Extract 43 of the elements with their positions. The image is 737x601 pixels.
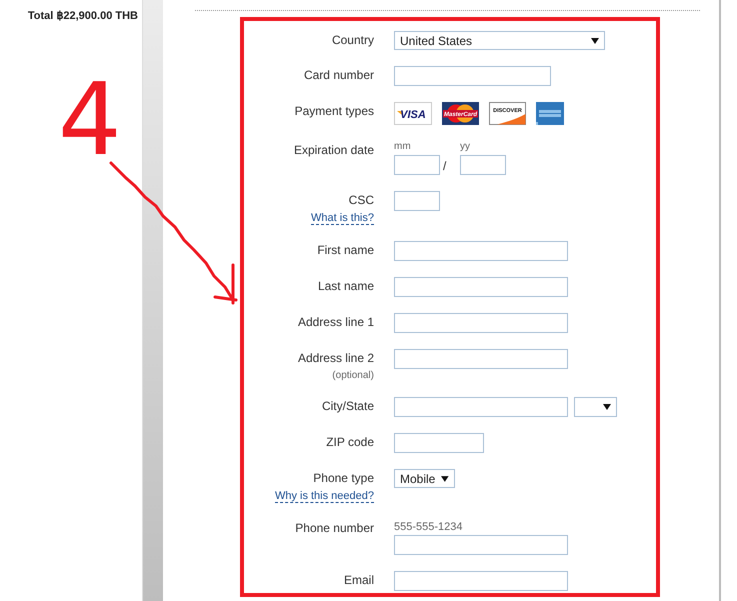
text-field[interactable] [394,313,568,333]
month-field[interactable] [394,155,440,175]
year-hint: yy [460,141,471,152]
field-label: City/State [322,399,374,413]
phone-type-select[interactable]: Mobile [394,469,455,488]
field-label: CSC [348,193,374,207]
help-link[interactable]: What is this? [311,212,374,225]
field-label: Payment types [294,104,374,118]
text-field[interactable] [394,571,568,591]
field-label: Card number [304,68,374,82]
field-label: ZIP code [326,435,374,449]
country-select[interactable]: United States [394,31,605,50]
field-label: First name [317,243,374,257]
text-field[interactable] [394,277,568,297]
field-label: Country [332,33,374,47]
text-field[interactable] [394,349,568,369]
field-label: Address line 2 [298,351,374,365]
month-hint: mm [394,141,412,152]
csc-field[interactable] [394,191,440,211]
city-field[interactable] [394,397,568,417]
date-separator: / [442,159,448,175]
field-label: Last name [318,279,374,293]
field-note: (optional) [332,370,374,381]
card-logo: VISA [394,102,432,125]
field-label: Email [344,573,374,587]
help-link[interactable]: Why is this needed? [274,490,374,503]
annotation-number: 4 [58,70,122,170]
text-field[interactable] [394,241,568,261]
field-label: Expiration date [294,143,374,157]
year-field[interactable] [460,155,506,175]
field-label: Phone number [295,521,374,535]
state-select[interactable] [574,397,617,417]
field-label: Address line 1 [298,315,374,329]
caret-icon [441,474,449,482]
card-number-field[interactable] [394,66,551,86]
field-label: Phone type [313,471,374,485]
caret-icon [591,36,599,44]
order-total: Total ฿22,900.00 THB [28,10,138,22]
zip-field[interactable] [394,433,484,453]
card-logo [536,102,564,125]
phone-field[interactable] [394,535,568,555]
phone-example: 555-555-1234 [394,520,464,533]
caret-icon [603,403,611,411]
